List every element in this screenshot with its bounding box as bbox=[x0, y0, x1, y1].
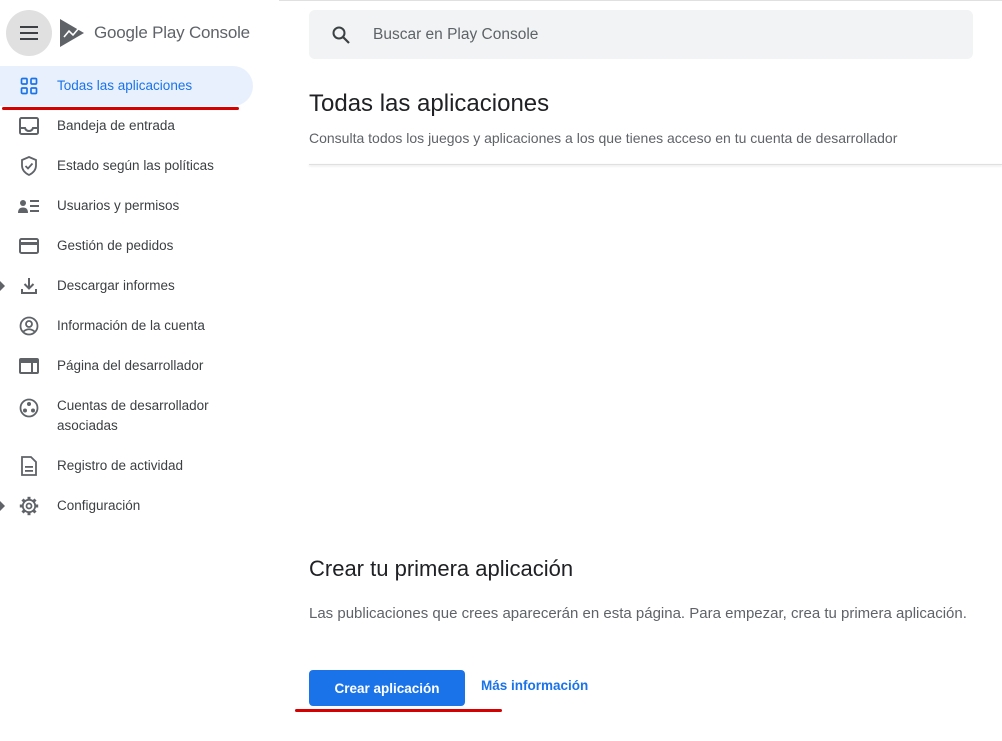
account-circle-icon bbox=[17, 314, 41, 338]
search-icon bbox=[329, 23, 353, 47]
page-subtitle: Consulta todos los juegos y aplicaciones… bbox=[309, 130, 898, 146]
sidebar-item-label: Bandeja de entrada bbox=[57, 118, 175, 133]
sidebar-item-settings[interactable]: Configuración bbox=[0, 486, 253, 526]
linked-accounts-icon bbox=[17, 396, 41, 420]
shield-check-icon bbox=[17, 154, 41, 178]
search-bar[interactable] bbox=[309, 10, 973, 59]
sidebar-item-label: Usuarios y permisos bbox=[57, 198, 180, 213]
sidebar-item-label: Información de la cuenta bbox=[57, 318, 205, 333]
empty-state-description: Las publicaciones que crees aparecerán e… bbox=[309, 605, 967, 622]
inbox-icon bbox=[17, 114, 41, 138]
sidebar-item-download-reports[interactable]: Descargar informes bbox=[0, 266, 253, 306]
expand-caret-icon[interactable] bbox=[0, 281, 5, 291]
apps-grid-icon bbox=[17, 74, 41, 98]
sidebar-item-label: Gestión de pedidos bbox=[57, 238, 174, 253]
empty-state-title: Crear tu primera aplicación bbox=[309, 556, 574, 581]
download-icon bbox=[17, 274, 41, 298]
sidebar-item-activity-log[interactable]: Registro de actividad bbox=[0, 446, 253, 486]
sidebar-item-label: Registro de actividad bbox=[57, 458, 184, 473]
sidebar-item-label: Todas las aplicaciones bbox=[57, 78, 193, 93]
expand-caret-icon[interactable] bbox=[0, 501, 5, 511]
sidebar-item-label: Estado según las políticas bbox=[57, 158, 214, 173]
sidebar-item-account-info[interactable]: Información de la cuenta bbox=[0, 306, 253, 346]
search-input[interactable] bbox=[371, 24, 935, 45]
gear-icon bbox=[17, 494, 41, 518]
main-menu-button[interactable] bbox=[6, 10, 52, 56]
sidebar-item-label: Configuración bbox=[57, 498, 141, 513]
learn-more-link[interactable]: Más información bbox=[481, 678, 588, 693]
hamburger-menu-icon bbox=[20, 26, 38, 40]
header-divider bbox=[309, 164, 1002, 165]
play-console-logo[interactable]: Google Play Console bbox=[58, 18, 250, 48]
document-icon bbox=[17, 454, 41, 478]
sidebar-nav: Todas las aplicaciones Bandeja de entrad… bbox=[0, 66, 260, 526]
annotation-underline-create-button bbox=[295, 709, 502, 712]
sidebar-item-label: Descargar informes bbox=[57, 278, 175, 293]
sidebar-item-users-permissions[interactable]: Usuarios y permisos bbox=[0, 186, 253, 226]
sidebar-item-inbox[interactable]: Bandeja de entrada bbox=[0, 106, 253, 146]
sidebar-item-order-management[interactable]: Gestión de pedidos bbox=[0, 226, 253, 266]
sidebar-item-all-apps[interactable]: Todas las aplicaciones bbox=[0, 66, 253, 106]
sidebar-item-policy-status[interactable]: Estado según las políticas bbox=[0, 146, 253, 186]
sidebar-item-developer-page[interactable]: Página del desarrollador bbox=[0, 346, 253, 386]
sidebar-item-label: Cuentas de desarrollador asociadas bbox=[57, 398, 209, 433]
top-border bbox=[279, 0, 1002, 1]
play-console-logo-icon bbox=[60, 19, 84, 47]
web-page-icon bbox=[17, 354, 41, 378]
users-list-icon bbox=[17, 194, 41, 218]
logo-text: Google Play Console bbox=[94, 23, 250, 42]
credit-card-icon bbox=[17, 234, 41, 258]
page-title: Todas las aplicaciones bbox=[309, 90, 550, 117]
create-app-button[interactable]: Crear aplicación bbox=[309, 670, 465, 706]
sidebar-item-label: Página del desarrollador bbox=[57, 358, 204, 373]
sidebar-item-linked-developer-accounts[interactable]: Cuentas de desarrollador asociadas bbox=[0, 386, 253, 446]
annotation-underline-sidebar bbox=[2, 107, 239, 110]
